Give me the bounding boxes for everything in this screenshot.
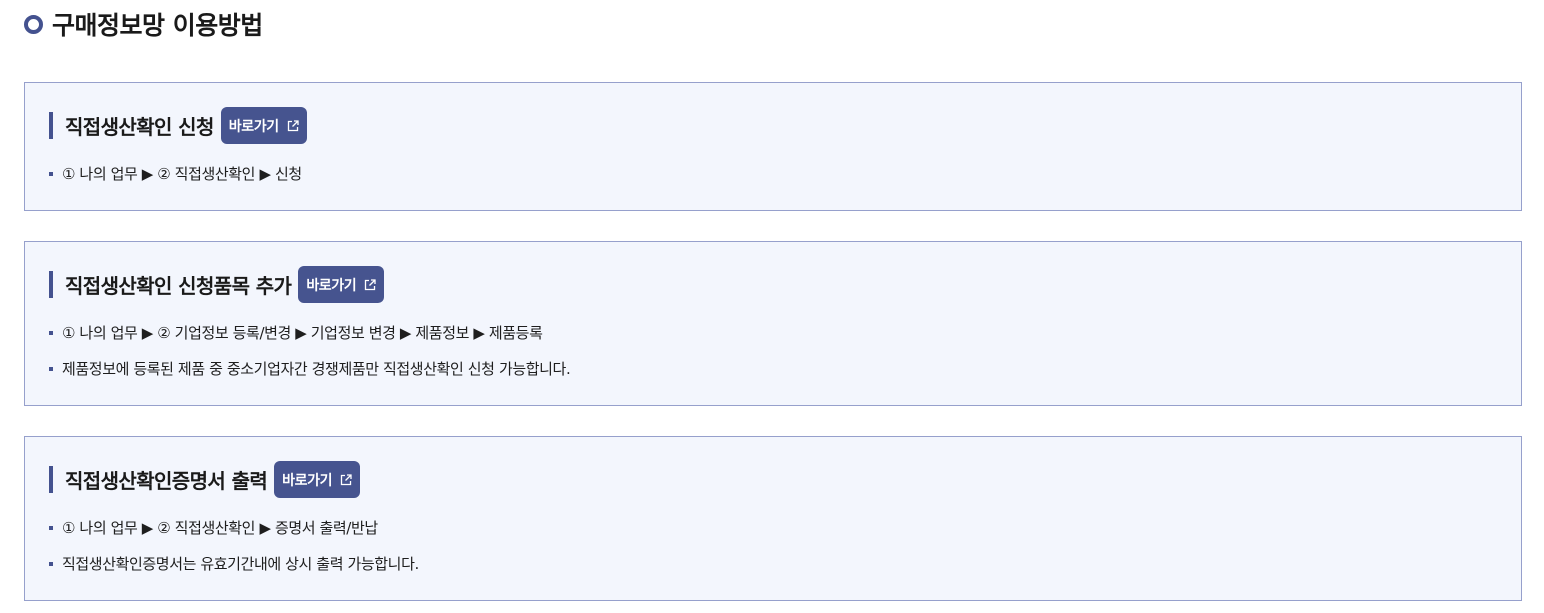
bullet-icon <box>49 172 53 176</box>
external-link-icon <box>365 278 376 290</box>
bullet-icon <box>49 331 53 335</box>
section-item-list: ① 나의 업무 ▶ ② 직접생산확인 ▶ 신청 <box>49 164 302 200</box>
page-title: 구매정보망 이용방법 <box>24 6 263 42</box>
list-item: ① 나의 업무 ▶ ② 직접생산확인 ▶ 신청 <box>49 164 302 200</box>
section-header-bar <box>49 466 53 493</box>
shortcut-button-label: 바로가기 <box>306 277 357 294</box>
shortcut-button[interactable]: 바로가기 <box>220 107 307 144</box>
bullet-icon <box>49 526 53 530</box>
bullet-icon <box>49 367 53 371</box>
section-title: 직접생산확인증명서 출력 <box>65 469 268 493</box>
list-item: ① 나의 업무 ▶ ② 직접생산확인 ▶ 증명서 출력/반납 <box>49 518 419 554</box>
section-header-bar <box>49 112 53 139</box>
list-item-text: 제품정보에 등록된 제품 중 중소기업자간 경쟁제품만 직접생산확인 신청 가능… <box>62 360 571 378</box>
section-header-bar <box>49 271 53 298</box>
section-item-list: ① 나의 업무 ▶ ② 기업정보 등록/변경 ▶ 기업정보 변경 ▶ 제품정보 … <box>49 323 571 395</box>
circle-ring-icon <box>24 14 43 34</box>
list-item-text: 직접생산확인증명서는 유효기간내에 상시 출력 가능합니다. <box>62 555 419 573</box>
shortcut-button-label: 바로가기 <box>228 118 279 135</box>
section-title: 직접생산확인 신청 <box>65 115 214 139</box>
section-item-list: ① 나의 업무 ▶ ② 직접생산확인 ▶ 증명서 출력/반납 직접생산확인증명서… <box>49 518 419 590</box>
shortcut-button[interactable]: 바로가기 <box>274 461 361 498</box>
section-header: 직접생산확인증명서 출력 바로가기 <box>49 461 361 498</box>
list-item: ① 나의 업무 ▶ ② 기업정보 등록/변경 ▶ 기업정보 변경 ▶ 제품정보 … <box>49 323 570 359</box>
bullet-icon <box>49 562 53 566</box>
shortcut-button-label: 바로가기 <box>282 472 333 489</box>
list-item-text: ① 나의 업무 ▶ ② 직접생산확인 ▶ 증명서 출력/반납 <box>62 519 378 537</box>
shortcut-button[interactable]: 바로가기 <box>298 266 385 303</box>
section-title: 직접생산확인 신청품목 추가 <box>65 274 292 298</box>
list-item-text: ① 나의 업무 ▶ ② 직접생산확인 ▶ 신청 <box>62 165 302 183</box>
list-item: 제품정보에 등록된 제품 중 중소기업자간 경쟁제품만 직접생산확인 신청 가능… <box>49 359 571 395</box>
page-title-text: 구매정보망 이용방법 <box>52 11 263 40</box>
section-header: 직접생산확인 신청품목 추가 바로가기 <box>49 266 385 303</box>
section-direct-production-request: 직접생산확인 신청 바로가기 ① 나의 업무 ▶ ② 직접생산확인 ▶ 신청 <box>24 82 1522 211</box>
list-item: 직접생산확인증명서는 유효기간내에 상시 출력 가능합니다. <box>49 554 419 590</box>
list-item-text: ① 나의 업무 ▶ ② 기업정보 등록/변경 ▶ 기업정보 변경 ▶ 제품정보 … <box>62 324 543 342</box>
external-link-icon <box>340 473 352 485</box>
section-header: 직접생산확인 신청 바로가기 <box>49 107 307 144</box>
section-certificate-print: 직접생산확인증명서 출력 바로가기 ① 나의 업무 ▶ ② 직접생산확인 ▶ 증… <box>24 436 1522 601</box>
section-add-request-items: 직접생산확인 신청품목 추가 바로가기 ① 나의 업무 ▶ ② 기업정보 등록/… <box>24 241 1522 406</box>
external-link-icon <box>287 119 299 131</box>
